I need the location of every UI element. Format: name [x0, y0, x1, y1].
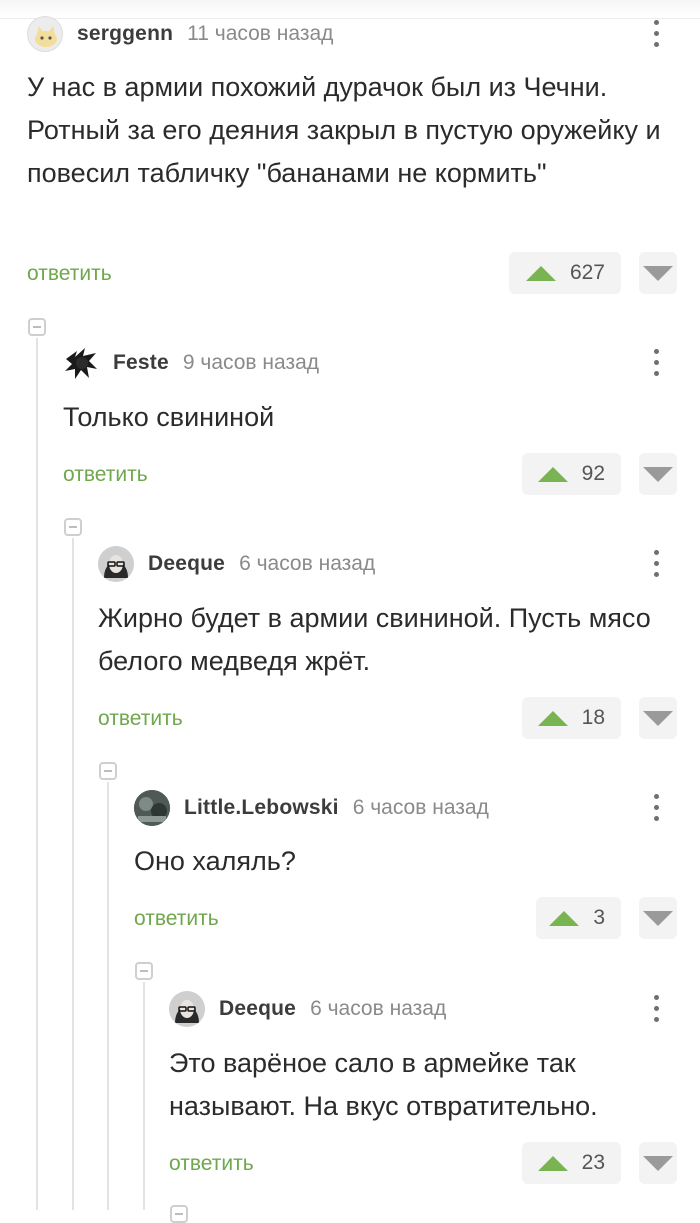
- upvote-button[interactable]: 23: [522, 1142, 621, 1184]
- collapse-thread-button[interactable]: [28, 318, 46, 336]
- person-with-glasses-avatar-icon[interactable]: [98, 546, 134, 582]
- comment-text: Оно халяль?: [134, 846, 296, 876]
- reply-link[interactable]: ответить: [27, 262, 112, 286]
- cat-avatar-icon[interactable]: [27, 16, 63, 52]
- downvote-arrow-icon[interactable]: [639, 1142, 677, 1184]
- reply-link[interactable]: ответить: [134, 907, 219, 931]
- comment-time: 11 часов назад: [187, 22, 334, 45]
- more-options-icon[interactable]: [645, 345, 669, 381]
- comment-text: У нас в армии похожий дурачок был из Чеч…: [27, 72, 661, 188]
- rating-count: 3: [593, 906, 605, 929]
- photo-avatar-icon[interactable]: [134, 790, 170, 826]
- downvote-arrow-icon[interactable]: [639, 453, 677, 495]
- collapse-thread-button[interactable]: [170, 1205, 188, 1223]
- downvote-arrow-icon[interactable]: [639, 252, 677, 294]
- reply-link[interactable]: ответить: [63, 463, 148, 487]
- upvote-arrow-icon: [525, 265, 556, 281]
- comment-author[interactable]: Feste: [113, 351, 169, 375]
- comment: Deeque 6 часов назад Это варёное сало в …: [169, 991, 677, 1191]
- comment-time: 6 часов назад: [352, 796, 489, 819]
- more-options-icon[interactable]: [645, 16, 669, 52]
- comment: Feste 9 часов назад Только свининой отве…: [63, 345, 677, 505]
- comment-author[interactable]: Deeque: [148, 552, 225, 576]
- more-options-icon[interactable]: [645, 991, 669, 1027]
- rating-count: 627: [569, 261, 605, 284]
- comment-text: Это варёное сало в армейке так называют.…: [169, 1048, 598, 1121]
- collapse-thread-button[interactable]: [64, 518, 82, 536]
- comment-text: Жирно будет в армии свининой. Пусть мясо…: [98, 603, 651, 676]
- comment: Deeque 6 часов назад Жирно будет в армии…: [98, 546, 677, 746]
- collapse-thread-button[interactable]: [99, 762, 117, 780]
- upvote-arrow-icon: [537, 466, 568, 482]
- upvote-arrow-icon: [537, 710, 568, 726]
- jester-silhouette-avatar-icon[interactable]: [63, 345, 99, 381]
- more-options-icon[interactable]: [645, 546, 669, 582]
- collapse-thread-button[interactable]: [135, 962, 153, 980]
- comment-time: 9 часов назад: [182, 351, 320, 374]
- downvote-arrow-icon[interactable]: [639, 897, 677, 939]
- thread-line: [143, 982, 145, 1210]
- comment-time: 6 часов назад: [310, 997, 447, 1020]
- thread-line: [36, 338, 38, 1210]
- rating-count: 92: [581, 462, 605, 485]
- comment-time: 6 часов назад: [239, 552, 376, 575]
- thread-line: [72, 538, 74, 1210]
- upvote-button[interactable]: 3: [536, 897, 621, 939]
- upvote-button[interactable]: 18: [522, 697, 621, 739]
- thread-line: [107, 782, 109, 1210]
- person-with-glasses-avatar-icon[interactable]: [169, 991, 205, 1027]
- comment: Little.Lebowski 6 часов назад Оно халяль…: [134, 790, 677, 950]
- comment-author[interactable]: Deeque: [219, 997, 296, 1021]
- comment-author[interactable]: serggenn: [77, 22, 173, 46]
- upvote-arrow-icon: [549, 910, 580, 926]
- comment-text: Только свининой: [63, 402, 275, 432]
- upvote-button[interactable]: 627: [509, 252, 621, 294]
- comment-author[interactable]: Little.Lebowski: [184, 796, 339, 820]
- downvote-arrow-icon[interactable]: [639, 697, 677, 739]
- more-options-icon[interactable]: [645, 790, 669, 826]
- reply-link[interactable]: ответить: [169, 1152, 254, 1176]
- comment: serggenn 11 часов назад У нас в армии по…: [27, 16, 677, 306]
- upvote-arrow-icon: [537, 1155, 568, 1171]
- rating-count: 18: [581, 706, 605, 729]
- upvote-button[interactable]: 92: [522, 453, 621, 495]
- rating-count: 23: [581, 1151, 605, 1174]
- reply-link[interactable]: ответить: [98, 707, 183, 731]
